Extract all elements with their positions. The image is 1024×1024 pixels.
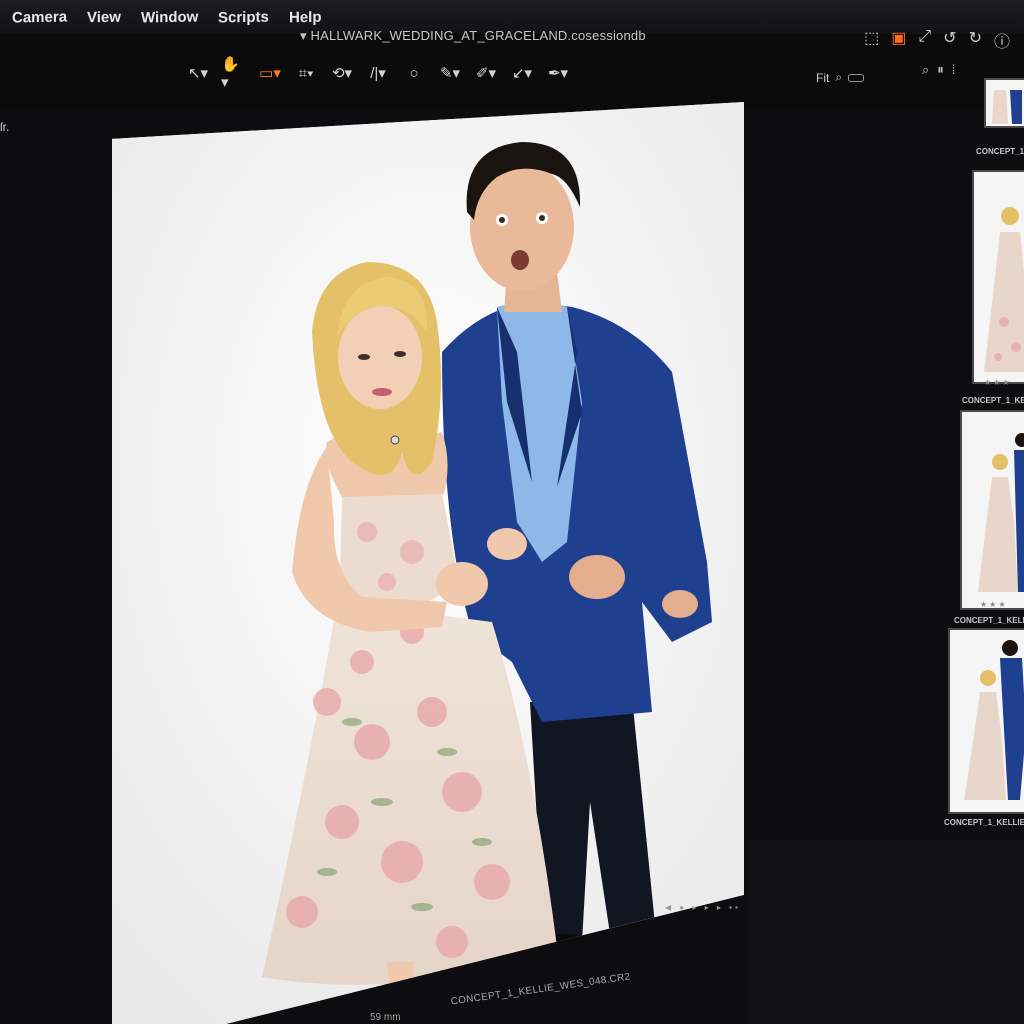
thumbnail-4[interactable] <box>948 628 1024 814</box>
thumbnail-caption: CONCEPT_1_KELLIE_WES_ <box>944 818 1024 827</box>
eraser-icon[interactable]: ✐▾ <box>473 62 499 84</box>
viewer-navigation[interactable]: ◀ ● ▸ ▸ ▸ ▪▪ <box>665 903 741 912</box>
thumbnail-caption: CONCEPT_1_KELLIE_ <box>976 147 1024 156</box>
star-rating[interactable]: ★★★ <box>980 600 1008 609</box>
monitor-bezel-shadow <box>746 840 1024 1024</box>
session-title: ▾ HALLWARK_WEDDING_AT_GRACELAND.cosessio… <box>300 28 646 44</box>
gradient-icon[interactable]: ↙▾ <box>509 62 535 84</box>
select-cursor-icon[interactable]: ↖▾ <box>185 62 211 84</box>
focal-length-label: 59 mm <box>370 1012 401 1023</box>
menu-help[interactable]: Help <box>279 8 332 26</box>
menu-scripts[interactable]: Scripts <box>208 8 279 26</box>
fit-label[interactable]: Fit <box>816 71 829 85</box>
thumbnail-image <box>962 412 1024 608</box>
undo-icon[interactable]: ↺ <box>943 28 956 52</box>
menu-window[interactable]: Window <box>131 8 208 26</box>
thumbnail-1[interactable] <box>984 78 1024 128</box>
star-rating[interactable]: ★★★ <box>984 378 1012 387</box>
zoom-controls: Fit ⌕ <box>816 70 865 85</box>
thumbnail-image <box>974 172 1024 382</box>
keystone-icon[interactable]: /|▾ <box>365 62 391 84</box>
browser-tools: ⌕ ⏸ ⁞ <box>922 62 955 78</box>
thumbnail-2[interactable] <box>972 170 1024 384</box>
thumbnail-caption: CONCEPT_1_KELLIE_ <box>962 396 1024 405</box>
rotate-icon[interactable]: ⟲▾ <box>329 62 355 84</box>
thumbnail-3[interactable] <box>960 410 1024 610</box>
cursor-toolbar: ↖▾ ✋▾ ▭▾ ⌗▾ ⟲▾ /|▾ ○ ✎▾ ✐▾ ↙▾ ✒▾ <box>185 56 571 91</box>
info-icon[interactable]: ⓘ <box>994 28 1010 52</box>
photo-canvas <box>112 102 744 1024</box>
image-viewer[interactable] <box>112 102 744 1024</box>
brush-icon[interactable]: ✎▾ <box>437 62 463 84</box>
cursor-indicator-icon: ſr. <box>0 120 10 134</box>
cursor-icon[interactable]: ⬚ <box>864 28 879 52</box>
expand-icon[interactable]: ⤢ <box>918 28 931 52</box>
thumbnail-caption: CONCEPT_1_KELLIE_ <box>954 616 1024 625</box>
search-icon[interactable]: ⌕ <box>922 62 929 78</box>
crop-icon[interactable]: ⌗▾ <box>293 62 319 84</box>
thumbnail-image <box>986 80 1024 126</box>
spot-removal-icon[interactable]: ○ <box>401 62 427 84</box>
session-title-text: HALLWARK_WEDDING_AT_GRACELAND.cosessiond… <box>310 28 646 43</box>
thumbnail-browser: CONCEPT_1_KELLIE_ ★★★ CONCEPT_1_KELLIE_ … <box>940 78 1024 838</box>
menu-camera[interactable]: Camera <box>0 8 77 26</box>
shape-tool-icon[interactable]: ▭▾ <box>257 62 283 84</box>
pan-hand-icon[interactable]: ✋▾ <box>221 56 247 91</box>
picker-icon[interactable]: ✒▾ <box>545 62 571 84</box>
right-toolbar: ⬚ ▣ ⤢ ↺ ↻ ⓘ <box>864 28 1010 52</box>
pause-icon[interactable]: ⏸ <box>937 62 944 78</box>
dropdown-arrow-icon[interactable]: ▾ <box>300 28 311 43</box>
menu-view[interactable]: View <box>77 8 131 26</box>
grid-icon[interactable]: ⁞ <box>952 62 956 78</box>
zoom-icon[interactable]: ⌕ <box>835 70 842 85</box>
zoom-slider[interactable] <box>848 73 865 82</box>
layers-icon[interactable]: ▣ <box>891 28 906 52</box>
thumbnail-image <box>950 630 1024 812</box>
redo-icon[interactable]: ↻ <box>969 28 982 52</box>
